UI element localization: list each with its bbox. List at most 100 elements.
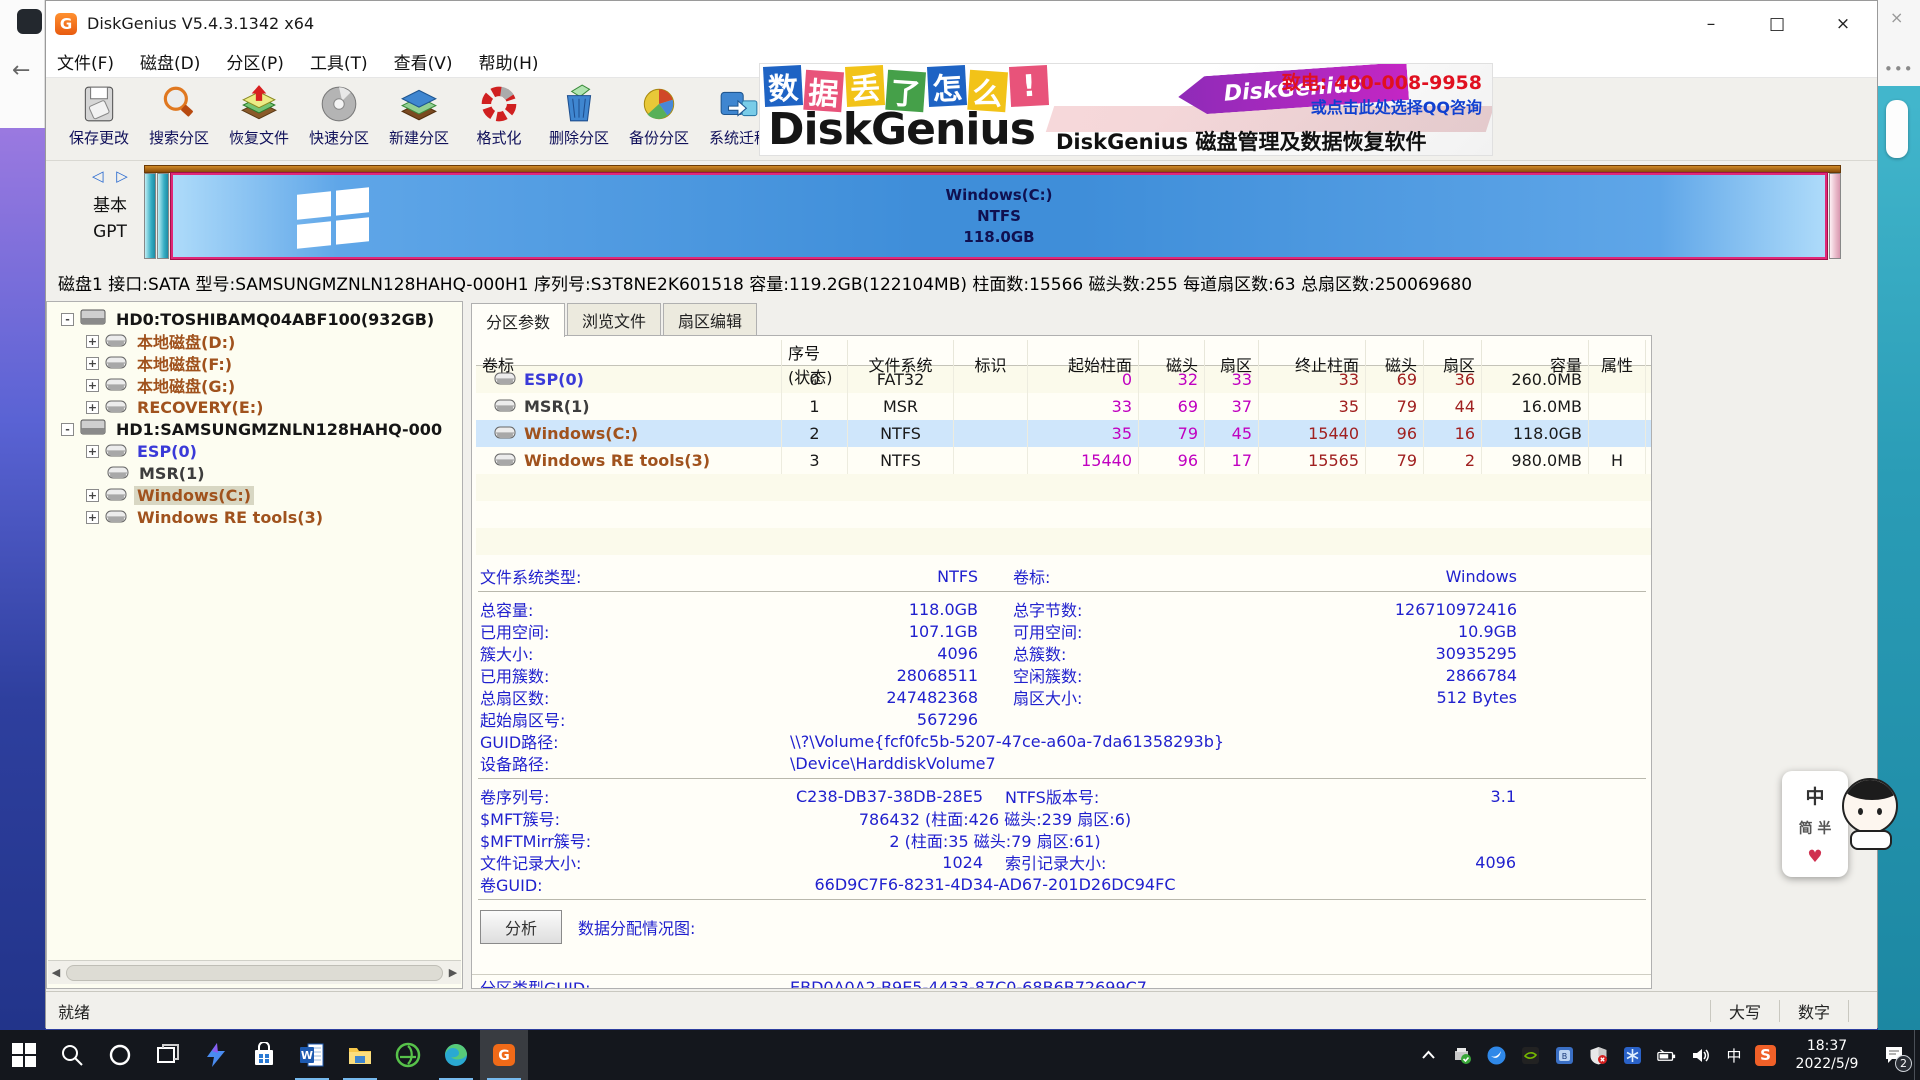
menu-item[interactable]: 分区(P) [226,49,284,74]
file-explorer-app[interactable] [336,1030,384,1080]
hidden-icons-chevron[interactable] [1415,1030,1441,1080]
volume-name-cell: ESP(0) [476,366,782,393]
scroll-left-arrow[interactable]: ◀ [48,962,64,984]
partition-icon [105,332,127,351]
minimize-button[interactable]: – [1697,14,1725,34]
microsoft-store-app[interactable] [240,1030,288,1080]
table-row-empty [476,474,1651,501]
disk-tree-panel: -HD0:TOSHIBAMQ04ABF100(932GB)+本地磁盘(D:)+本… [46,301,463,989]
expand-icon[interactable]: + [86,445,99,458]
background-scrollbar-thumb[interactable] [1886,100,1908,158]
ime-language-indicator[interactable]: 中 [1721,1030,1747,1080]
menu-item[interactable]: 磁盘(D) [140,49,200,74]
toolbar-button-备份分区[interactable]: 备份分区 [619,78,699,158]
table-row-MSR(1)[interactable]: MSR(1)1MSR33693735794416.0MB [476,393,1651,420]
analyze-button[interactable]: 分析 [480,910,562,944]
tree-item-HD1:SAMSUNGMZNLN128HAHQ-000[interactable]: -HD1:SAMSUNGMZNLN128HAHQ-000 [61,418,445,440]
edge-app[interactable] [432,1030,480,1080]
menu-item[interactable]: 工具(T) [310,49,368,74]
allocation-map-label: 数据分配情况图: [578,915,695,939]
volume-tray-icon[interactable] [1687,1030,1713,1080]
menu-item[interactable]: 查看(V) [394,49,453,74]
expand-icon[interactable]: + [86,357,99,370]
tree-item-本地磁盘(G:)[interactable]: +本地磁盘(G:) [86,374,238,396]
identifier-cell [954,393,1028,420]
tree-item-RECOVERY(E:)[interactable]: +RECOVERY(E:) [86,396,266,418]
internet-explorer-app[interactable] [384,1030,432,1080]
toolbar-button-label: 恢复文件 [229,127,289,148]
expand-icon[interactable]: + [86,401,99,414]
quick-partition-icon [318,83,360,125]
word-app[interactable]: W [288,1030,336,1080]
battery-tray-icon[interactable] [1653,1030,1679,1080]
table-row-Windows(C:)[interactable]: Windows(C:)2NTFS357945154409616118.0GB [476,420,1651,447]
snowflake-tray-icon[interactable] [1619,1030,1645,1080]
sogou-tray-icon[interactable]: S [1755,1045,1776,1066]
security-shield-tray-icon[interactable] [1585,1030,1611,1080]
disk-nav-arrows[interactable]: ◁ ▷ [92,167,132,185]
seq-cell: 2 [782,420,848,447]
collapse-icon[interactable]: - [61,423,74,436]
show-desktop-button[interactable] [1914,1030,1920,1080]
toolbar-button-格式化[interactable]: 格式化 [459,78,539,158]
taskbar-clock[interactable]: 18:372022/5/9 [1788,1037,1866,1073]
nvidia-tray-icon[interactable] [1517,1030,1543,1080]
start-cylinder-cell: 0 [1028,366,1139,393]
more-options-icon[interactable]: ••• [1884,60,1914,78]
expand-icon[interactable]: + [86,489,99,502]
tab-扇区编辑[interactable]: 扇区编辑 [663,303,757,335]
cortana-button[interactable] [96,1030,144,1080]
tree-item-本地磁盘(F:)[interactable]: +本地磁盘(F:) [86,352,235,374]
tree-horizontal-scrollbar[interactable]: ◀ ▶ [48,960,461,984]
detail-path-row: GUID路径:\\?\Volume{fcf0fc5b-5207-47ce-a60… [472,729,1652,751]
intel-graphics-tray-icon[interactable]: B [1551,1030,1577,1080]
toolbar-button-搜索分区[interactable]: 搜索分区 [139,78,219,158]
expand-icon[interactable]: + [86,335,99,348]
tree-item-Windows(C:)[interactable]: +Windows(C:) [86,484,254,506]
tree-item-Windows RE tools(3)[interactable]: +Windows RE tools(3) [86,506,326,528]
tree-item-HD0:TOSHIBAMQ04ABF100(932GB)[interactable]: -HD0:TOSHIBAMQ04ABF100(932GB) [61,308,437,330]
toolbar-button-删除分区[interactable]: 删除分区 [539,78,619,158]
tree-item-ESP(0)[interactable]: +ESP(0) [86,440,200,462]
notification-center-button[interactable]: 2 [1874,1030,1914,1080]
toolbar-button-新建分区[interactable]: 新建分区 [379,78,459,158]
feishu-app[interactable] [192,1030,240,1080]
toolbar-button-label: 新建分区 [389,127,449,148]
expand-icon[interactable]: + [86,379,99,392]
partition-block-esp[interactable] [144,173,156,259]
tab-分区参数[interactable]: 分区参数 [471,303,565,337]
tab-浏览文件[interactable]: 浏览文件 [567,303,661,335]
close-button[interactable]: × [1829,14,1857,34]
background-close-icon[interactable]: × [1890,8,1903,27]
background-app-icon [17,9,42,34]
collapse-icon[interactable]: - [61,313,74,326]
tree-item-本地磁盘(D:)[interactable]: +本地磁盘(D:) [86,330,238,352]
menu-item[interactable]: 帮助(H) [479,49,539,74]
promo-banner[interactable]: 数据丢了怎么! DiskGenius DiskGenius 致电: 400-00… [759,63,1493,156]
banner-qq-link[interactable]: 或点击此处选择QQ咨询 [1311,94,1482,118]
tree-item-MSR(1)[interactable]: MSR(1) [86,462,208,484]
partition-block-msr[interactable] [157,173,169,259]
diskgenius-app[interactable]: G [480,1030,528,1080]
table-row-Windows RE tools(3)[interactable]: Windows RE tools(3)3NTFS1544096171556579… [476,447,1651,474]
toolbar-button-恢复文件[interactable]: 恢复文件 [219,78,299,158]
task-view-button[interactable] [144,1030,192,1080]
partition-block-windows-c[interactable]: Windows(C:) NTFS 118.0GB [171,173,1827,259]
delete-partition-icon [558,83,600,125]
lark-tray-icon[interactable] [1483,1030,1509,1080]
scroll-right-arrow[interactable]: ▶ [445,962,461,984]
menu-item[interactable]: 文件(F) [57,49,114,74]
mascot-avatar[interactable] [1838,778,1902,850]
partition-block-re-tools[interactable] [1829,173,1841,259]
search-button[interactable] [48,1030,96,1080]
expand-icon[interactable]: + [86,511,99,524]
printer-tray-icon[interactable] [1449,1030,1475,1080]
scrollbar-thumb[interactable] [66,965,443,981]
end-sector-cell: 36 [1424,366,1482,393]
maximize-button[interactable]: □ [1763,14,1791,34]
table-row-ESP(0)[interactable]: ESP(0)0FAT3203233336936260.0MB [476,366,1651,393]
start-button[interactable] [0,1030,48,1080]
toolbar-button-快速分区[interactable]: 快速分区 [299,78,379,158]
toolbar-button-保存更改[interactable]: 保存更改 [59,78,139,158]
back-arrow-icon[interactable]: ← [12,58,30,83]
